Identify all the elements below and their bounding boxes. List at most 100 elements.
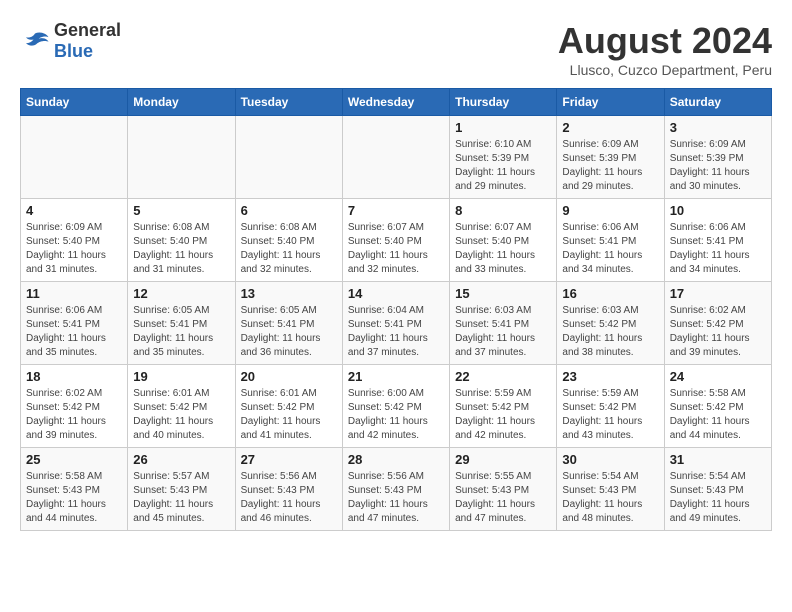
day-number: 18	[26, 369, 122, 384]
calendar-cell: 27 Sunrise: 5:56 AMSunset: 5:43 PMDayligh…	[235, 448, 342, 531]
day-number: 28	[348, 452, 444, 467]
calendar-cell	[342, 116, 449, 199]
logo-blue: Blue	[54, 41, 93, 61]
day-info: Sunrise: 5:59 AMSunset: 5:42 PMDaylight:…	[562, 387, 658, 443]
day-info: Sunrise: 6:09 AMSunset: 5:39 PMDaylight:…	[562, 138, 658, 194]
calendar-cell: 3 Sunrise: 6:09 AMSunset: 5:39 PMDaylight…	[664, 116, 771, 199]
day-info: Sunrise: 6:06 AMSunset: 5:41 PMDaylight:…	[562, 221, 658, 277]
calendar-cell: 21Sunrise: 6:00 AMSunset: 5:42 PMDayligh…	[342, 365, 449, 448]
calendar-cell: 29 Sunrise: 5:55 AMSunset: 5:43 PMDayligh…	[450, 448, 557, 531]
day-info: Sunrise: 5:58 AMSunset: 5:42 PMDaylight:…	[670, 387, 766, 443]
day-info: Sunrise: 6:03 AMSunset: 5:41 PMDaylight:…	[455, 304, 551, 360]
day-number: 19	[133, 369, 229, 384]
day-info: Sunrise: 6:01 AMSunset: 5:42 PMDaylight:…	[133, 387, 229, 443]
day-number: 10	[670, 203, 766, 218]
day-header-thursday: Thursday	[450, 89, 557, 116]
day-number: 12	[133, 286, 229, 301]
calendar-cell: 12 Sunrise: 6:05 AMSunset: 5:41 PMDayligh…	[128, 282, 235, 365]
calendar-cell: 13 Sunrise: 6:05 AMSunset: 5:41 PMDayligh…	[235, 282, 342, 365]
calendar-cell: 23 Sunrise: 5:59 AMSunset: 5:42 PMDayligh…	[557, 365, 664, 448]
day-info: Sunrise: 6:07 AMSunset: 5:40 PMDaylight:…	[455, 221, 551, 277]
day-number: 29	[455, 452, 551, 467]
calendar-cell	[21, 116, 128, 199]
day-info: Sunrise: 5:54 AMSunset: 5:43 PMDaylight:…	[670, 470, 766, 526]
day-number: 13	[241, 286, 337, 301]
day-info: Sunrise: 5:59 AMSunset: 5:42 PMDaylight:…	[455, 387, 551, 443]
day-number: 15	[455, 286, 551, 301]
calendar-cell: 26Sunrise: 5:57 AMSunset: 5:43 PMDayligh…	[128, 448, 235, 531]
day-info: Sunrise: 6:05 AMSunset: 5:41 PMDaylight:…	[241, 304, 337, 360]
day-info: Sunrise: 6:06 AMSunset: 5:41 PMDaylight:…	[670, 221, 766, 277]
day-number: 16	[562, 286, 658, 301]
calendar-cell: 16 Sunrise: 6:03 AMSunset: 5:42 PMDayligh…	[557, 282, 664, 365]
day-number: 27	[241, 452, 337, 467]
day-number: 4	[26, 203, 122, 218]
day-info: Sunrise: 5:56 AMSunset: 5:43 PMDaylight:…	[348, 470, 444, 526]
calendar-cell: 2Sunrise: 6:09 AMSunset: 5:39 PMDaylight…	[557, 116, 664, 199]
day-number: 31	[670, 452, 766, 467]
day-number: 22	[455, 369, 551, 384]
day-info: Sunrise: 5:55 AMSunset: 5:43 PMDaylight:…	[455, 470, 551, 526]
day-number: 3	[670, 120, 766, 135]
day-number: 6	[241, 203, 337, 218]
day-header-friday: Friday	[557, 89, 664, 116]
calendar-cell	[128, 116, 235, 199]
day-number: 17	[670, 286, 766, 301]
calendar-cell: 19 Sunrise: 6:01 AMSunset: 5:42 PMDayligh…	[128, 365, 235, 448]
page-header: General Blue August 2024 Llusco, Cuzco D…	[20, 20, 772, 78]
calendar-cell: 4 Sunrise: 6:09 AMSunset: 5:40 PMDaylight…	[21, 199, 128, 282]
month-year-title: August 2024	[558, 20, 772, 62]
day-number: 14	[348, 286, 444, 301]
day-number: 23	[562, 369, 658, 384]
calendar-cell: 24 Sunrise: 5:58 AMSunset: 5:42 PMDayligh…	[664, 365, 771, 448]
day-info: Sunrise: 6:09 AMSunset: 5:39 PMDaylight:…	[670, 138, 766, 194]
title-area: August 2024 Llusco, Cuzco Department, Pe…	[558, 20, 772, 78]
calendar-cell: 17Sunrise: 6:02 AMSunset: 5:42 PMDayligh…	[664, 282, 771, 365]
day-info: Sunrise: 5:57 AMSunset: 5:43 PMDaylight:…	[133, 470, 229, 526]
calendar-cell: 20 Sunrise: 6:01 AMSunset: 5:42 PMDayligh…	[235, 365, 342, 448]
day-number: 24	[670, 369, 766, 384]
calendar-cell: 10 Sunrise: 6:06 AMSunset: 5:41 PMDayligh…	[664, 199, 771, 282]
calendar-cell: 15 Sunrise: 6:03 AMSunset: 5:41 PMDayligh…	[450, 282, 557, 365]
calendar-week-5: 25Sunrise: 5:58 AMSunset: 5:43 PMDayligh…	[21, 448, 772, 531]
calendar-week-4: 18Sunrise: 6:02 AMSunset: 5:42 PMDayligh…	[21, 365, 772, 448]
calendar-body: 1 Sunrise: 6:10 AMSunset: 5:39 PMDaylight…	[21, 116, 772, 531]
day-header-tuesday: Tuesday	[235, 89, 342, 116]
calendar-cell: 28 Sunrise: 5:56 AMSunset: 5:43 PMDayligh…	[342, 448, 449, 531]
day-info: Sunrise: 5:54 AMSunset: 5:43 PMDaylight:…	[562, 470, 658, 526]
calendar-cell: 22 Sunrise: 5:59 AMSunset: 5:42 PMDayligh…	[450, 365, 557, 448]
calendar-cell: 1 Sunrise: 6:10 AMSunset: 5:39 PMDaylight…	[450, 116, 557, 199]
day-header-wednesday: Wednesday	[342, 89, 449, 116]
calendar-cell: 5 Sunrise: 6:08 AMSunset: 5:40 PMDaylight…	[128, 199, 235, 282]
calendar-cell: 9Sunrise: 6:06 AMSunset: 5:41 PMDaylight…	[557, 199, 664, 282]
calendar-cell: 8 Sunrise: 6:07 AMSunset: 5:40 PMDaylight…	[450, 199, 557, 282]
day-info: Sunrise: 6:01 AMSunset: 5:42 PMDaylight:…	[241, 387, 337, 443]
calendar-cell: 14Sunrise: 6:04 AMSunset: 5:41 PMDayligh…	[342, 282, 449, 365]
day-info: Sunrise: 6:10 AMSunset: 5:39 PMDaylight:…	[455, 138, 551, 194]
logo: General Blue	[20, 20, 121, 62]
day-number: 8	[455, 203, 551, 218]
day-number: 25	[26, 452, 122, 467]
logo-text: General Blue	[54, 20, 121, 62]
day-number: 5	[133, 203, 229, 218]
day-number: 30	[562, 452, 658, 467]
day-info: Sunrise: 6:08 AMSunset: 5:40 PMDaylight:…	[133, 221, 229, 277]
calendar-cell: 6 Sunrise: 6:08 AMSunset: 5:40 PMDaylight…	[235, 199, 342, 282]
day-info: Sunrise: 6:05 AMSunset: 5:41 PMDaylight:…	[133, 304, 229, 360]
day-info: Sunrise: 6:09 AMSunset: 5:40 PMDaylight:…	[26, 221, 122, 277]
day-number: 1	[455, 120, 551, 135]
calendar-week-1: 1 Sunrise: 6:10 AMSunset: 5:39 PMDaylight…	[21, 116, 772, 199]
location-text: Llusco, Cuzco Department, Peru	[558, 62, 772, 78]
day-info: Sunrise: 5:56 AMSunset: 5:43 PMDaylight:…	[241, 470, 337, 526]
day-info: Sunrise: 6:00 AMSunset: 5:42 PMDaylight:…	[348, 387, 444, 443]
logo-general: General	[54, 20, 121, 40]
calendar-cell	[235, 116, 342, 199]
day-info: Sunrise: 6:03 AMSunset: 5:42 PMDaylight:…	[562, 304, 658, 360]
day-header-sunday: Sunday	[21, 89, 128, 116]
day-number: 7	[348, 203, 444, 218]
day-number: 20	[241, 369, 337, 384]
calendar-week-2: 4 Sunrise: 6:09 AMSunset: 5:40 PMDaylight…	[21, 199, 772, 282]
day-header-saturday: Saturday	[664, 89, 771, 116]
calendar-header: SundayMondayTuesdayWednesdayThursdayFrid…	[21, 89, 772, 116]
day-info: Sunrise: 6:08 AMSunset: 5:40 PMDaylight:…	[241, 221, 337, 277]
